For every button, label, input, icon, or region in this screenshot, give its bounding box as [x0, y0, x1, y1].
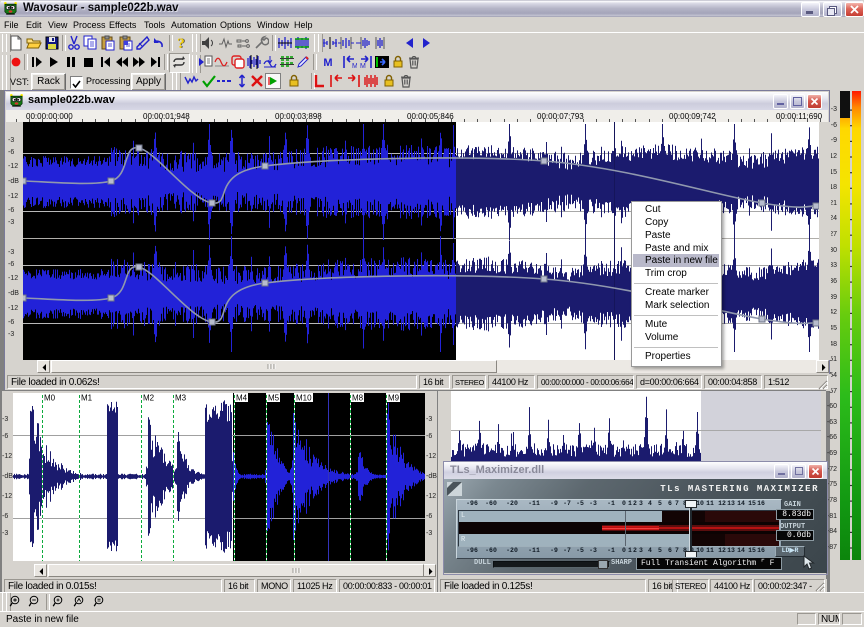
- svg-text:?: ?: [177, 36, 185, 51]
- svg-text:M: M: [360, 63, 366, 70]
- svg-text:M: M: [323, 57, 332, 69]
- svg-text:M9: M9: [388, 394, 400, 403]
- svg-text:M2: M2: [143, 394, 155, 403]
- svg-text:M1: M1: [81, 394, 93, 403]
- svg-text:M3: M3: [175, 394, 187, 403]
- svg-text:M: M: [352, 63, 357, 70]
- svg-text:M4: M4: [236, 394, 248, 403]
- svg-text:M0: M0: [44, 394, 56, 403]
- svg-text:M10: M10: [296, 394, 312, 403]
- svg-text:M8: M8: [352, 394, 364, 403]
- svg-text:M5: M5: [268, 394, 280, 403]
